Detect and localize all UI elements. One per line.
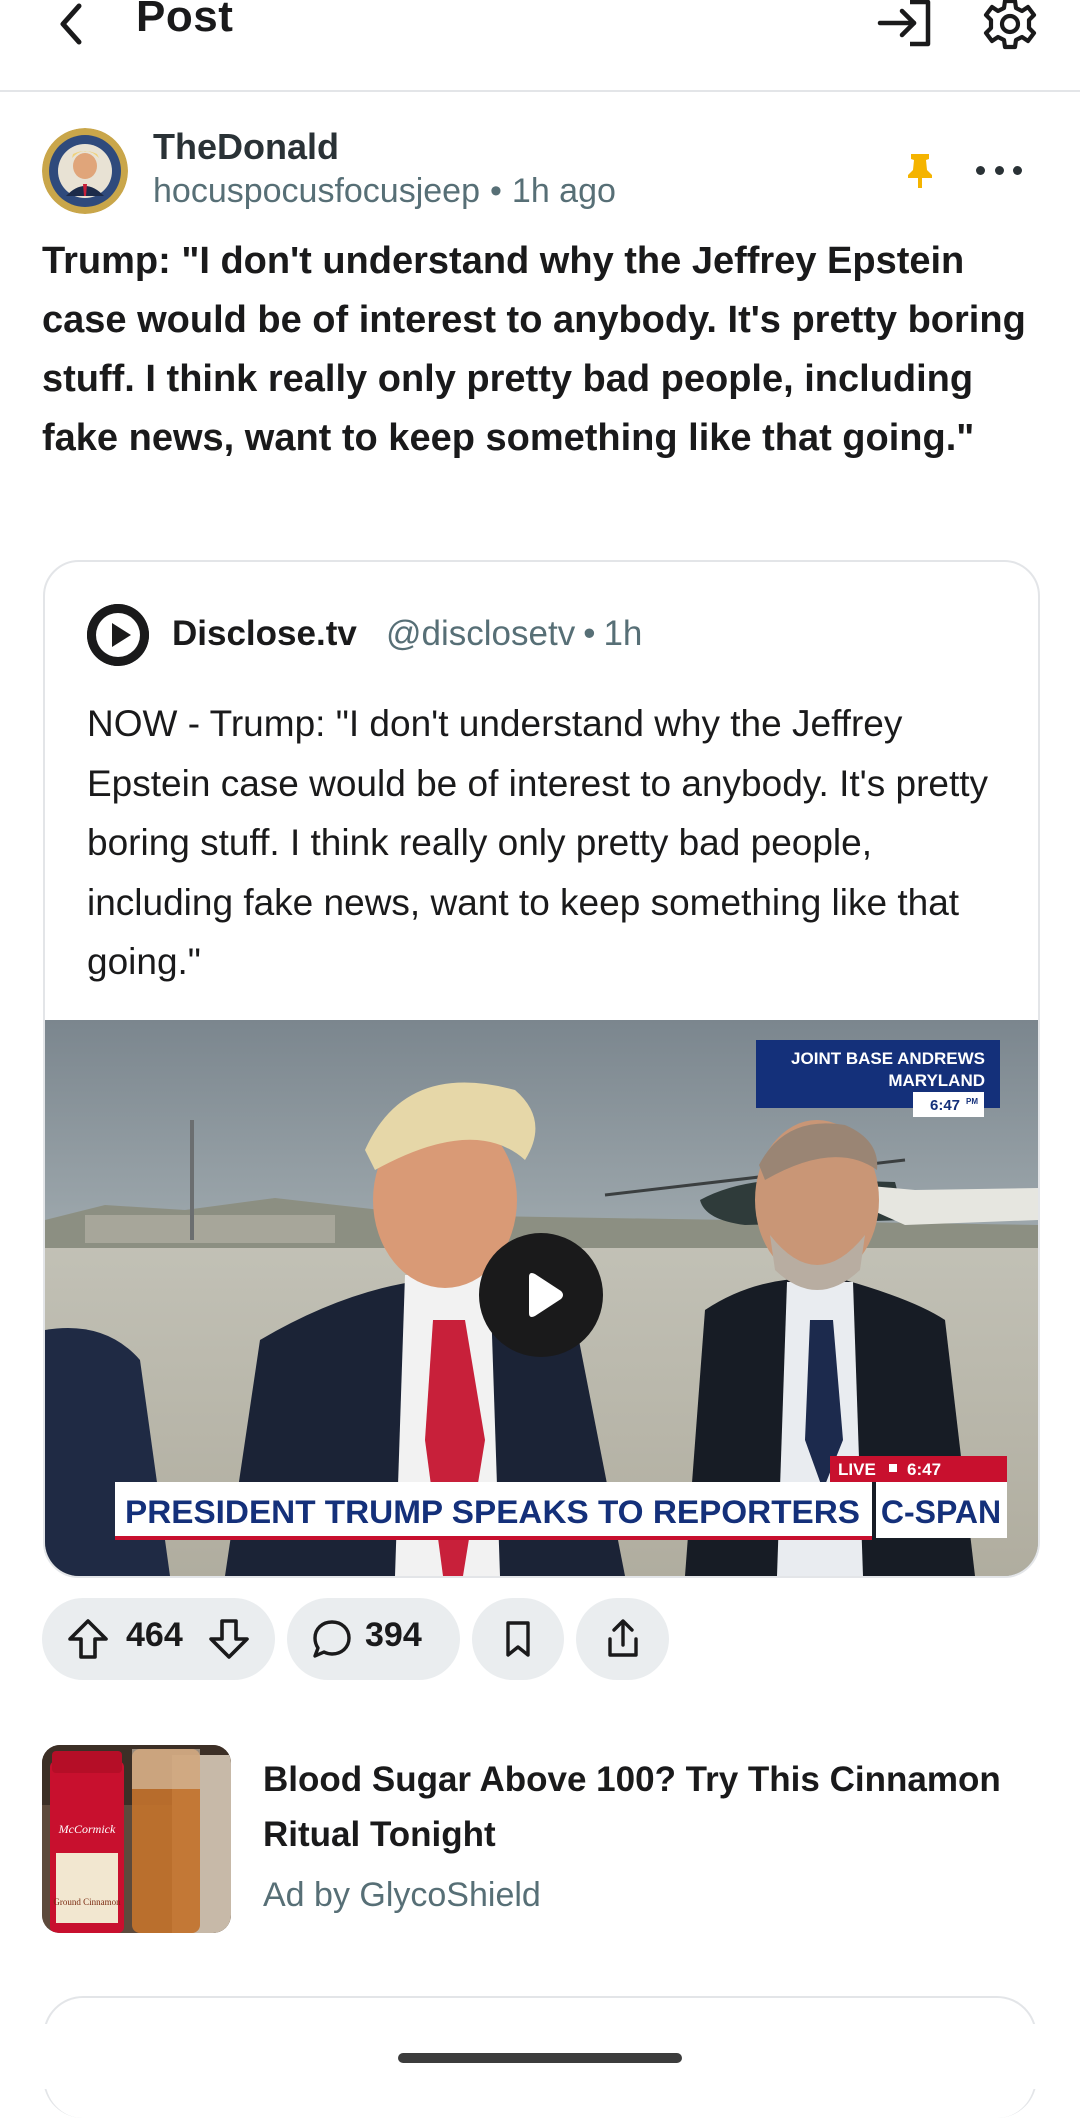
ad-thumbnail[interactable]: McCormick Ground Cinnamon [42, 1745, 231, 1933]
embed-age: 1h [603, 614, 643, 653]
gear-icon [983, 0, 1037, 50]
post-title[interactable]: Trump: "I don't understand why the Jeffr… [42, 232, 1042, 468]
embedded-tweet-card[interactable]: Disclose.tv @disclosetv • 1h NOW - Trump: … [43, 560, 1040, 1578]
play-button[interactable] [479, 1233, 603, 1357]
post-author[interactable]: hocuspocusfocusjeep [153, 172, 480, 210]
more-dot-icon [994, 165, 1004, 175]
embed-author-avatar [87, 604, 149, 666]
vote-count: 464 [126, 1616, 183, 1654]
login-arrow-icon [877, 0, 931, 47]
ad-title[interactable]: Blood Sugar Above 100? Try This Cinnamon… [263, 1752, 1023, 1862]
play-icon [529, 1273, 563, 1317]
pinned-icon [900, 150, 940, 190]
ad-jar-brand: McCormick [58, 1822, 116, 1836]
downvote-arrow-icon [209, 1619, 249, 1659]
top-app-bar: Post [0, 0, 1080, 92]
location-line-1: JOINT BASE ANDREWS [791, 1049, 985, 1068]
comment-count: 394 [365, 1616, 422, 1654]
embed-text: NOW - Trump: "I don't understand why the… [87, 703, 989, 982]
upvote-arrow-icon [68, 1619, 108, 1659]
ad-jar-label: Ground Cinnamon [53, 1897, 121, 1907]
settings-button[interactable] [982, 0, 1042, 50]
time-tag: 6:47 [930, 1097, 960, 1114]
bookmark-icon [506, 1621, 530, 1657]
share-icon [608, 1619, 638, 1657]
chyron-text: PRESIDENT TRUMP SPEAKS TO REPORTERS [125, 1494, 860, 1530]
live-label: LIVE [838, 1460, 876, 1479]
save-button[interactable] [472, 1598, 564, 1680]
comment-bubble-icon [313, 1620, 351, 1658]
embed-separator: • [583, 614, 596, 653]
back-button[interactable] [42, 0, 98, 48]
home-indicator[interactable] [398, 2053, 682, 2063]
video-player[interactable]: JOINT BASE ANDREWS MARYLAND 6:47 PM LIVE… [45, 1020, 1038, 1576]
post-age: 1h ago [511, 172, 616, 210]
location-line-2: MARYLAND [888, 1071, 985, 1090]
more-dot-icon [976, 165, 985, 175]
more-options-button[interactable] [976, 150, 1022, 190]
share-button[interactable] [576, 1598, 669, 1680]
page-title: Post [136, 0, 234, 41]
chevron-left-icon [60, 3, 82, 45]
embed-handle-text: @disclosetv [386, 614, 576, 653]
embed-author-name: Disclose.tv [172, 614, 357, 653]
comments-button[interactable]: 394 [287, 1598, 460, 1680]
time-suffix: PM [966, 1097, 978, 1106]
meta-separator: • [490, 172, 502, 210]
network-logo: C-SPAN [881, 1494, 1001, 1530]
more-dot-icon [1013, 165, 1022, 175]
vote-pill: 464 [42, 1598, 275, 1680]
post-meta: hocuspocusfocusjeep • 1h ago [153, 172, 616, 211]
community-avatar[interactable] [42, 128, 128, 214]
embed-author-handle: @disclosetv • 1h [386, 614, 642, 654]
login-button[interactable] [876, 0, 936, 48]
downvote-button[interactable] [207, 1617, 251, 1661]
ad-sponsor: Ad by GlycoShield [263, 1876, 541, 1914]
live-time: 6:47 [907, 1460, 941, 1479]
community-name[interactable]: TheDonald [153, 126, 339, 168]
upvote-button[interactable] [66, 1617, 110, 1661]
